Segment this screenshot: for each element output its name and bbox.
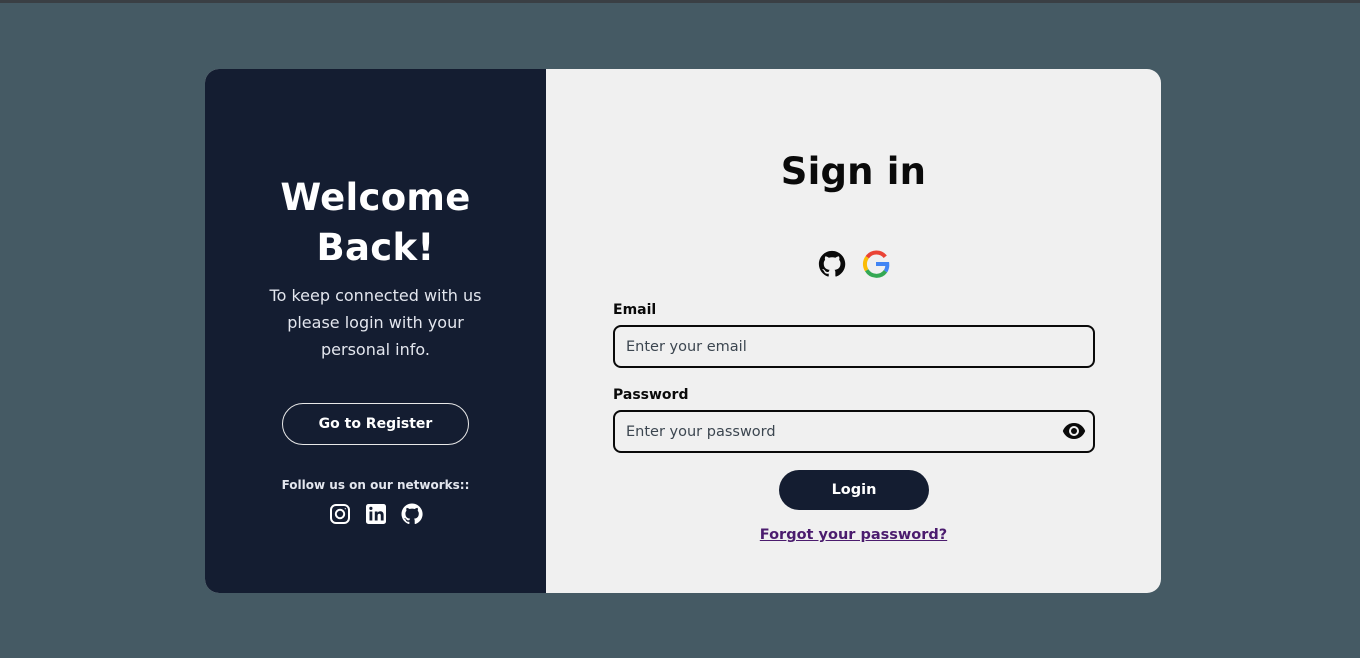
password-label: Password	[613, 387, 689, 403]
linkedin-icon[interactable]	[364, 502, 388, 526]
top-border	[0, 0, 1360, 3]
password-input[interactable]	[613, 410, 1095, 453]
github-icon[interactable]	[817, 248, 847, 280]
signin-title: Sign in	[780, 150, 927, 193]
welcome-title: Welcome Back!	[205, 173, 546, 273]
follow-label: Follow us on our networks::	[281, 478, 470, 492]
welcome-panel: Welcome Back! To keep connected with us …	[205, 69, 546, 593]
welcome-title-line2: Back!	[316, 226, 435, 269]
instagram-icon[interactable]	[328, 502, 352, 526]
welcome-title-line1: Welcome	[280, 176, 471, 219]
go-to-register-button[interactable]: Go to Register	[282, 403, 469, 445]
forgot-password-link[interactable]: Forgot your password?	[546, 527, 1161, 543]
social-links	[205, 502, 546, 526]
login-button[interactable]: Login	[779, 470, 929, 510]
email-input[interactable]	[613, 325, 1095, 368]
auth-card: Welcome Back! To keep connected with us …	[205, 69, 1161, 593]
welcome-subtitle: To keep connected with us please login w…	[269, 286, 482, 359]
signin-panel: Sign in Email Password	[546, 69, 1161, 593]
email-label: Email	[613, 302, 657, 318]
google-icon[interactable]	[861, 248, 891, 280]
oauth-providers	[546, 248, 1161, 280]
eye-icon[interactable]	[1062, 422, 1086, 440]
github-icon[interactable]	[400, 502, 424, 526]
